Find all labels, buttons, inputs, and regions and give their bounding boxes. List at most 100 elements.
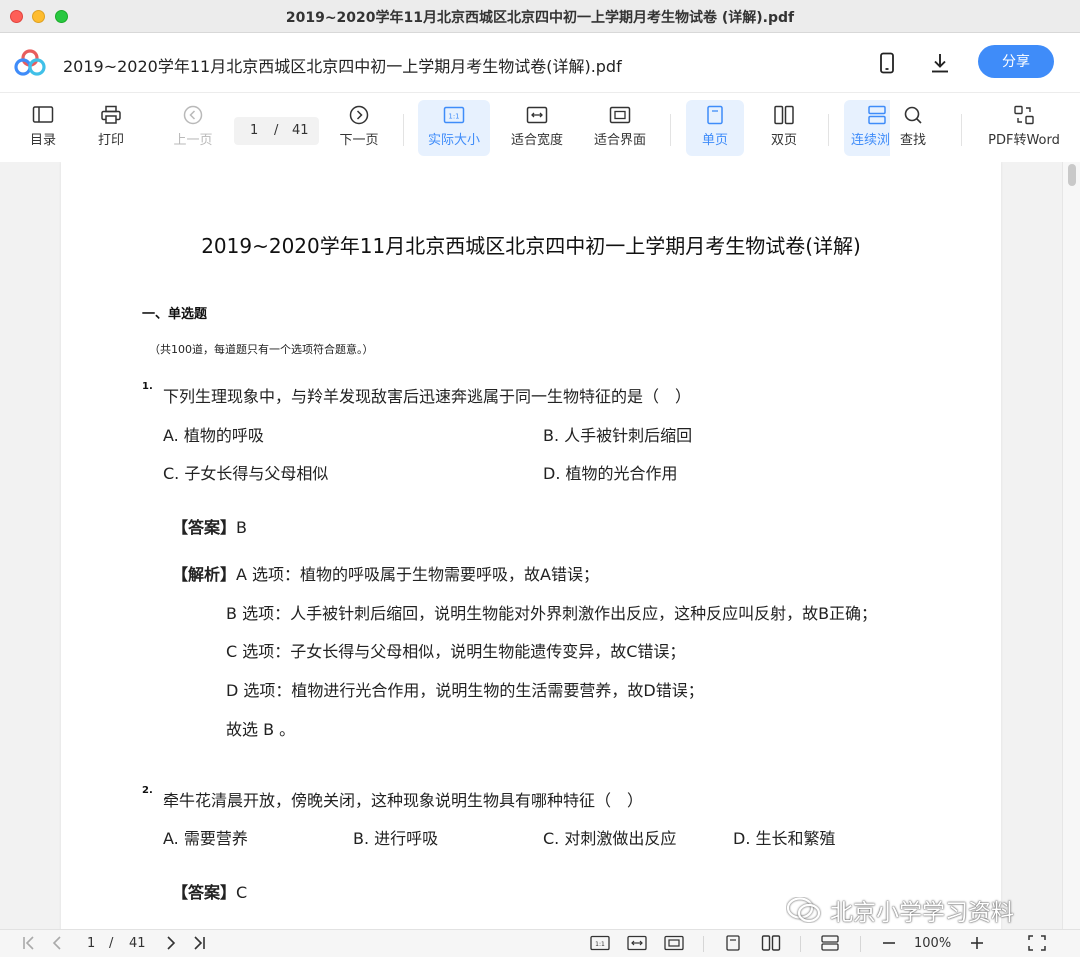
- download-icon[interactable]: [928, 51, 952, 75]
- pdf-to-word-label: PDF转Word: [988, 133, 1060, 148]
- actual-size-small-button[interactable]: 1:1: [590, 935, 610, 951]
- option-d: D. 生长和繁殖: [733, 829, 836, 848]
- chevron-right-circle-icon: [349, 105, 369, 125]
- option-b: B. 人手被针刺后缩回: [543, 426, 693, 445]
- svg-text:1:1: 1:1: [448, 113, 459, 121]
- single-page-label: 单页: [701, 133, 728, 148]
- convert-icon: [1014, 105, 1034, 125]
- pdf-to-word-button[interactable]: PDF转Word: [982, 100, 1066, 156]
- toc-button[interactable]: 目录: [18, 100, 68, 156]
- single-page-button[interactable]: 单页: [686, 100, 744, 156]
- question-text: 牵牛花清晨开放，傍晚关闭，这种现象说明生物具有哪种特征（ ）: [163, 791, 644, 810]
- watermark-text: 北京小学学习资料: [830, 900, 1014, 926]
- bottom-divider: [860, 936, 861, 952]
- fit-width-button[interactable]: 适合宽度: [504, 100, 570, 156]
- window-titlebar: 2019~2020学年11月北京西城区北京四中初一上学期月考生物试卷 (详解).…: [0, 0, 1080, 33]
- scrollbar-thumb[interactable]: [1068, 164, 1076, 186]
- svg-text:1:1: 1:1: [595, 941, 605, 948]
- fullscreen-button[interactable]: [1028, 935, 1046, 951]
- toc-icon: [32, 106, 54, 123]
- actual-size-button[interactable]: 1:1 实际大小: [418, 100, 490, 156]
- last-page-icon: [194, 936, 205, 950]
- share-button[interactable]: 分享: [978, 45, 1054, 78]
- continuous-scroll-icon: [821, 935, 839, 951]
- single-page-icon: [726, 935, 740, 951]
- bottom-current-page[interactable]: 1: [87, 936, 95, 951]
- single-page-small-button[interactable]: [724, 935, 742, 951]
- option-c: C. 对刺激做出反应: [543, 829, 677, 848]
- single-page-icon: [707, 105, 723, 125]
- fit-page-label: 适合界面: [593, 133, 646, 148]
- prev-page-button[interactable]: 上一页: [164, 100, 222, 156]
- double-page-icon: [774, 105, 794, 125]
- fit-width-icon: [526, 106, 548, 124]
- next-page-button[interactable]: 下一页: [333, 100, 385, 156]
- toolbar-divider: [961, 114, 962, 146]
- first-page-button[interactable]: [21, 935, 37, 951]
- analysis-text: D 选项：植物进行光合作用，说明生物的生活需要营养，故D错误；: [226, 681, 704, 700]
- continuous-small-button[interactable]: [820, 935, 840, 951]
- bottom-divider: [703, 936, 704, 952]
- actual-size-icon: 1:1: [590, 935, 610, 951]
- zoom-in-button[interactable]: [969, 935, 985, 951]
- fit-width-label: 适合宽度: [510, 133, 563, 148]
- analysis-text: C 选项：子女长得与父母相似，说明生物能遗传变异，故C错误；: [226, 642, 686, 661]
- continuous-scroll-icon: [868, 105, 886, 125]
- section-title: 一、单选题: [142, 307, 208, 322]
- double-page-small-button[interactable]: [761, 935, 781, 951]
- search-button[interactable]: 查找: [890, 100, 936, 156]
- chevron-left-icon: [52, 936, 61, 950]
- question-number: 2.: [142, 785, 153, 796]
- continuous-scroll-button[interactable]: 连续浏: [844, 100, 890, 156]
- fit-width-icon: [627, 935, 647, 951]
- answer-line: 【答案】B: [172, 514, 247, 538]
- toolbar-divider: [670, 114, 671, 146]
- fit-page-small-button[interactable]: [664, 935, 684, 951]
- prev-page-small-button[interactable]: [49, 935, 65, 951]
- phone-icon[interactable]: [875, 51, 899, 75]
- answer-line: 【答案】C: [172, 879, 247, 903]
- question-number: 1.: [142, 381, 153, 392]
- print-icon: [101, 105, 121, 124]
- bottom-divider: [800, 936, 801, 952]
- answer-value: B: [236, 518, 247, 537]
- analysis-label: 【解析】: [172, 565, 237, 584]
- current-page: 1: [250, 123, 259, 138]
- toc-label: 目录: [29, 133, 56, 148]
- next-page-small-button[interactable]: [163, 935, 179, 951]
- toolbar: 目录 打印 上一页 1 / 41 下一页 1:1 实际大小 适合宽度 适合界面 …: [0, 94, 1080, 162]
- fit-page-icon: [664, 935, 684, 951]
- bottom-status-bar: 1 / 41 1:1 100%: [0, 929, 1080, 957]
- search-icon: [904, 106, 922, 124]
- fit-width-small-button[interactable]: [627, 935, 647, 951]
- prev-page-label: 上一页: [173, 133, 213, 148]
- answer-value: C: [236, 883, 248, 902]
- actual-size-label: 实际大小: [427, 133, 480, 148]
- double-page-label: 双页: [770, 133, 797, 148]
- wechat-icon: [786, 897, 821, 923]
- answer-label: 【答案】: [172, 518, 237, 537]
- app-header: 2019~2020学年11月北京西城区北京四中初一上学期月考生物试卷(详解).p…: [0, 33, 1080, 93]
- zoom-level[interactable]: 100%: [914, 936, 951, 951]
- zoom-out-button[interactable]: [881, 935, 897, 951]
- option-a: A. 植物的呼吸: [163, 426, 264, 445]
- option-b: B. 进行呼吸: [353, 829, 439, 848]
- continuous-scroll-label: 连续浏: [851, 133, 890, 148]
- page-heading: 2019~2020学年11月北京西城区北京四中初一上学期月考生物试卷(详解): [201, 234, 861, 258]
- toolbar-divider: [403, 114, 404, 146]
- double-page-button[interactable]: 双页: [756, 100, 812, 156]
- search-label: 查找: [899, 133, 926, 148]
- toolbar-divider: [828, 114, 829, 146]
- page-number-input[interactable]: 1 / 41: [234, 117, 319, 145]
- actual-size-icon: 1:1: [443, 106, 465, 124]
- document-title: 2019~2020学年11月北京西城区北京四中初一上学期月考生物试卷(详解).p…: [63, 57, 622, 76]
- fit-page-button[interactable]: 适合界面: [587, 100, 653, 156]
- document-viewer[interactable]: 2019~2020学年11月北京西城区北京四中初一上学期月考生物试卷(详解) 一…: [0, 162, 1080, 929]
- vertical-scrollbar[interactable]: [1062, 162, 1080, 929]
- option-c: C. 子女长得与父母相似: [163, 464, 329, 483]
- print-button[interactable]: 打印: [86, 100, 136, 156]
- last-page-button[interactable]: [191, 935, 207, 951]
- page-separator: /: [274, 123, 279, 138]
- analysis-conclusion: 故选 B 。: [226, 720, 296, 739]
- baidu-netdisk-logo-icon: [14, 49, 46, 76]
